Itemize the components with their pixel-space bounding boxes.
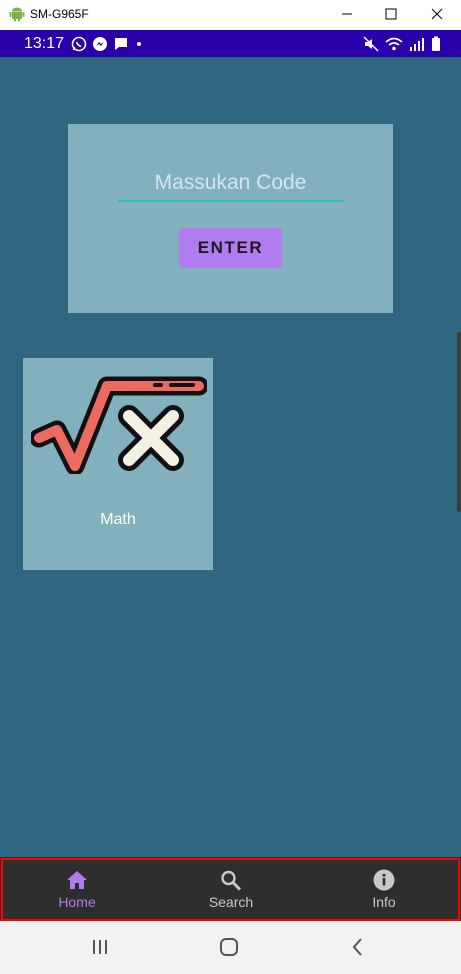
code-input-wrapper [118, 168, 343, 202]
mute-icon [363, 36, 379, 52]
message-icon [115, 38, 127, 50]
nav-info-label: Info [372, 894, 396, 910]
search-icon [221, 870, 242, 891]
enter-button[interactable]: ENTER [179, 228, 282, 268]
square-root-x-icon [31, 376, 207, 474]
nav-search-label: Search [208, 894, 254, 910]
subject-card-math[interactable]: Math [23, 358, 213, 570]
close-icon[interactable] [425, 4, 449, 24]
info-icon [373, 869, 395, 891]
maximize-icon[interactable] [379, 4, 403, 24]
code-input[interactable] [118, 168, 343, 198]
subject-label: Math [100, 511, 136, 528]
wifi-icon [385, 37, 403, 51]
more-notifications-icon [137, 42, 141, 46]
whatsapp-icon [71, 36, 87, 52]
nav-search[interactable]: Search [154, 857, 308, 921]
battery-icon [432, 36, 440, 51]
status-time: 13:17 [24, 35, 65, 52]
android-icon [9, 7, 25, 22]
system-navigation-bar [0, 921, 461, 974]
signal-icon [410, 38, 424, 51]
nav-info[interactable]: Info [307, 857, 461, 921]
status-bar: 13:17 [0, 30, 461, 57]
window-title: SM-G965F [30, 7, 89, 21]
nav-home-label: Home [58, 894, 96, 910]
back-icon[interactable] [348, 937, 368, 957]
bottom-navigation: Home Search Info [0, 857, 461, 921]
app-content: ENTER Math [0, 57, 461, 857]
home-button-icon[interactable] [219, 937, 239, 957]
nav-home[interactable]: Home [0, 857, 154, 921]
messenger-icon [93, 37, 107, 51]
home-icon [67, 871, 87, 889]
edge-panel-handle[interactable] [457, 332, 461, 512]
recent-apps-icon[interactable] [90, 937, 110, 957]
code-entry-card: ENTER [68, 124, 393, 313]
minimize-icon[interactable] [335, 4, 359, 24]
window-title-bar: SM-G965F [0, 0, 461, 30]
